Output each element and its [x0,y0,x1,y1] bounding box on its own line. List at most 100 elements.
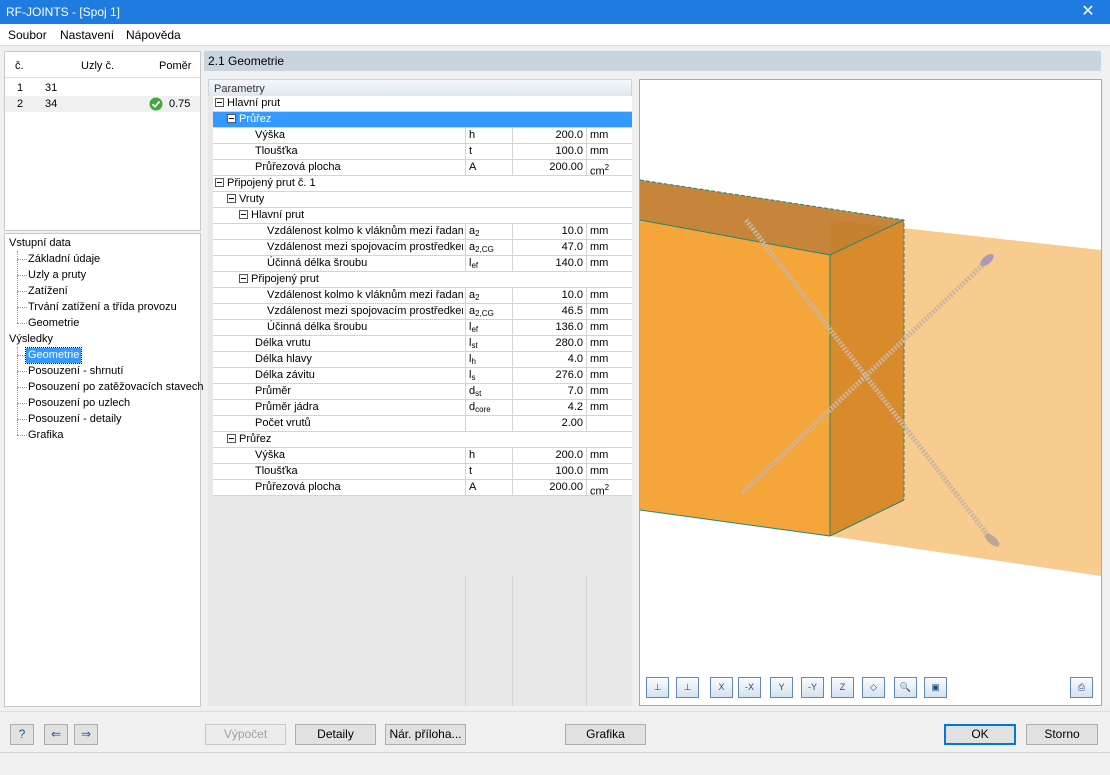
view-minus-x-button[interactable]: -X [738,677,761,698]
parameter-row[interactable]: Průřezová plocha A 200.00 cm2 [213,160,632,176]
details-button[interactable]: Detaily [295,724,376,745]
nav-item-design-details[interactable]: Posouzení - detaily [26,412,122,427]
collapse-icon[interactable] [239,209,248,219]
collapse-icon[interactable] [215,97,224,107]
row-value[interactable]: 280.0 [512,336,586,352]
tree-group-row[interactable]: Připojený prut [213,272,632,288]
parameter-row[interactable]: Počet vrutů 2.00 [213,416,632,432]
parameter-row[interactable]: Vzdálenost mezi spojovacím prostředkem a2… [213,240,632,256]
parameter-row[interactable]: Vzdálenost mezi spojovacím prostředkem a2… [213,304,632,320]
row-value[interactable]: 47.0 [512,240,586,256]
section-title: 2.1 Geometrie [208,54,285,68]
row-value[interactable]: 200.00 [512,160,586,176]
row-label-text: Průřez [239,113,272,125]
view-front-button[interactable]: ⊥ [646,677,669,698]
graphics-button[interactable]: Grafika [565,724,646,745]
row-symbol: dcore [465,400,512,416]
row-value[interactable]: 200.0 [512,448,586,464]
tree-group-row[interactable]: Hlavní prut [213,208,632,224]
parameter-row[interactable]: Délka hlavy lh 4.0 mm [213,352,632,368]
import-button[interactable]: ⇐ [44,724,68,745]
row-value[interactable]: 4.2 [512,400,586,416]
row-symbol: lef [465,320,512,336]
parameter-row[interactable]: Účinná délka šroubu lef 136.0 mm [213,320,632,336]
row-unit: mm [586,288,632,304]
layers-button[interactable]: ▣ [924,677,947,698]
nav-item-load-duration[interactable]: Trvání zatížení a třída provozu [26,300,177,315]
view-y-button[interactable]: Y [770,677,793,698]
nav-item-basic-data[interactable]: Základní údaje [26,252,100,267]
zoom-tool-button[interactable]: 🔍 [894,677,917,698]
tree-group-row[interactable]: Průřez [213,112,632,128]
parameter-row[interactable]: Výška h 200.0 mm [213,128,632,144]
nav-item-design-by-loadcase[interactable]: Posouzení po zatěžovacích stavech [26,380,204,395]
cancel-button[interactable]: Storno [1026,724,1098,745]
parameter-row[interactable]: Tloušťka t 100.0 mm [213,144,632,160]
nav-item-loads[interactable]: Zatížení [26,284,68,299]
tree-group-row[interactable]: Připojený prut č. 1 [213,176,632,192]
table-row[interactable]: 1 31 [5,80,200,96]
parameter-row[interactable]: Vzdálenost kolmo k vláknům mezi řadami a2… [213,288,632,304]
nav-item-nodes-members[interactable]: Uzly a pruty [26,268,86,283]
nav-item-design-by-node[interactable]: Posouzení po uzlech [26,396,130,411]
collapse-icon[interactable] [227,433,236,443]
row-value[interactable]: 200.0 [512,128,586,144]
collapse-icon[interactable] [215,177,224,187]
parameter-row[interactable]: Výška h 200.0 mm [213,448,632,464]
nav-group-results[interactable]: Výsledky [9,332,53,347]
view-z-button[interactable]: Z [831,677,854,698]
col-nodes[interactable]: Uzly č. [81,60,114,72]
row-value[interactable]: 10.0 [512,224,586,240]
nav-item-design-summary[interactable]: Posouzení - shrnutí [26,364,123,379]
col-no[interactable]: č. [15,60,24,72]
nav-item-graphics[interactable]: Grafika [26,428,63,443]
collapse-icon[interactable] [227,193,236,203]
col-ratio[interactable]: Poměr [159,60,191,72]
view-back-button[interactable]: ⊥ [676,677,699,698]
ok-button[interactable]: OK [944,724,1016,745]
collapse-icon[interactable] [227,113,236,123]
parameter-row[interactable]: Průměr dst 7.0 mm [213,384,632,400]
row-value[interactable]: 100.0 [512,464,586,480]
tree-group-row[interactable]: Hlavní prut [213,96,632,112]
row-symbol: A [465,480,512,496]
menu-nastaveni[interactable]: Nastavení [60,28,114,42]
menu-napoveda[interactable]: Nápověda [126,28,181,42]
row-value[interactable]: 10.0 [512,288,586,304]
graphics-viewer[interactable]: ⊥ ⊥ X -X Y -Y Z ◇ 🔍 ▣ ⎙ [639,79,1102,706]
help-button[interactable]: ? [10,724,34,745]
row-label: Připojený prut [239,272,463,288]
export-button[interactable]: ⇒ [74,724,98,745]
row-value[interactable]: 100.0 [512,144,586,160]
nav-item-results-geometry[interactable]: Geometrie [24,347,83,364]
row-value[interactable]: 7.0 [512,384,586,400]
tree-group-row[interactable]: Vruty [213,192,632,208]
menu-soubor[interactable]: Soubor [8,28,47,42]
parameter-row[interactable]: Délka závitu ls 276.0 mm [213,368,632,384]
row-value[interactable]: 46.5 [512,304,586,320]
nav-item-input-geometry[interactable]: Geometrie [26,316,79,331]
table-row[interactable]: 2 34 0.75 [5,96,200,112]
national-annex-button[interactable]: Nár. příloha... [385,724,466,745]
row-value[interactable]: 4.0 [512,352,586,368]
view-minus-y-button[interactable]: -Y [801,677,824,698]
parameter-row[interactable]: Tloušťka t 100.0 mm [213,464,632,480]
print-button[interactable]: ⎙ [1070,677,1093,698]
tree-group-row[interactable]: Průřez [213,432,632,448]
parameter-row[interactable]: Průřezová plocha A 200.00 cm2 [213,480,632,496]
row-value[interactable]: 276.0 [512,368,586,384]
parameter-row[interactable]: Vzdálenost kolmo k vláknům mezi řadami a2… [213,224,632,240]
collapse-icon[interactable] [239,273,248,283]
row-value[interactable]: 140.0 [512,256,586,272]
parameter-row[interactable]: Účinná délka šroubu lef 140.0 mm [213,256,632,272]
row-value[interactable]: 2.00 [512,416,586,432]
close-icon[interactable]: ✕ [1066,0,1110,24]
view-x-button[interactable]: X [710,677,733,698]
row-value[interactable]: 136.0 [512,320,586,336]
parameter-row[interactable]: Průměr jádra dcore 4.2 mm [213,400,632,416]
row-value[interactable]: 200.00 [512,480,586,496]
calculate-button[interactable]: Výpočet [205,724,286,745]
iso-view-button[interactable]: ◇ [862,677,885,698]
parameter-row[interactable]: Délka vrutu lst 280.0 mm [213,336,632,352]
nav-group-input[interactable]: Vstupní data [9,236,71,251]
